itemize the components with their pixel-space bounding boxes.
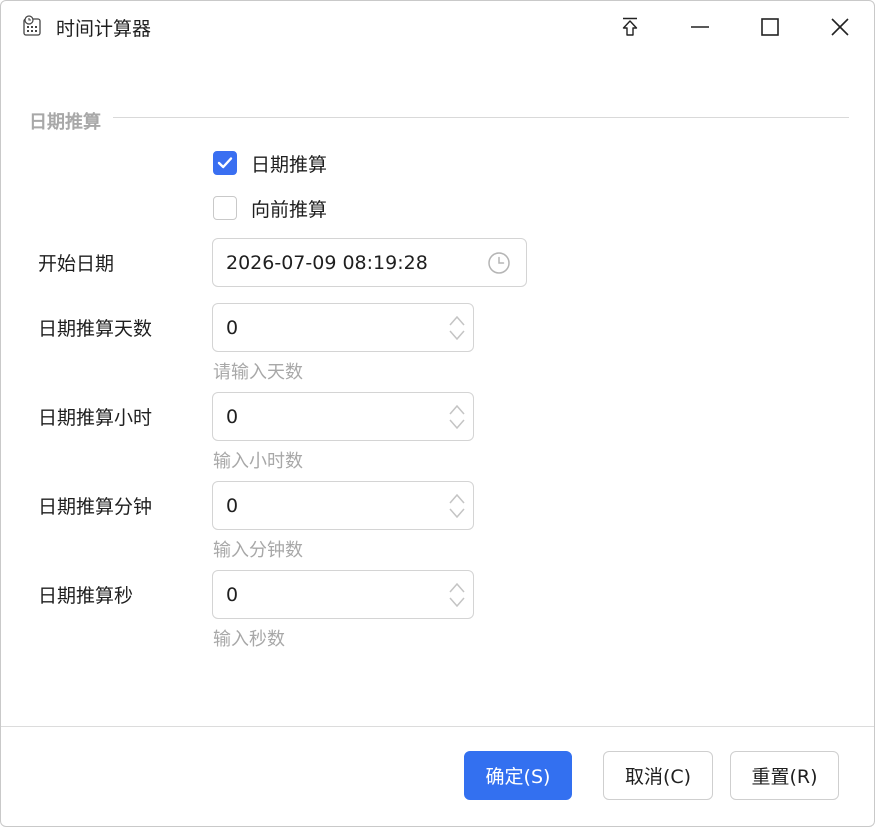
days-spinbox[interactable]: 0 (212, 303, 474, 352)
hours-hint: 输入小时数 (213, 451, 303, 472)
check-icon (217, 157, 233, 169)
seconds-value: 0 (226, 583, 239, 606)
close-icon (831, 18, 849, 36)
checkbox-checked[interactable] (213, 151, 237, 175)
clock-icon[interactable] (487, 251, 511, 275)
minimize-icon (691, 26, 709, 28)
minimize-button[interactable] (677, 7, 723, 47)
start-date-input[interactable]: 2026-07-09 08:19:28 (212, 238, 527, 287)
start-date-label: 开始日期 (38, 253, 115, 275)
group-divider (113, 117, 849, 118)
ok-button[interactable]: 确定(S) (464, 751, 572, 800)
minutes-label: 日期推算分钟 (38, 496, 153, 518)
checkbox-backward-calc[interactable]: 向前推算 (213, 195, 327, 221)
hours-label: 日期推算小时 (38, 407, 153, 429)
cancel-button[interactable]: 取消(C) (603, 751, 713, 800)
hours-value: 0 (226, 405, 239, 428)
days-hint: 请输入天数 (213, 362, 303, 383)
hours-spinbox[interactable]: 0 (212, 392, 474, 441)
checkbox-label: 日期推算 (251, 153, 328, 176)
checkbox-label: 向前推算 (251, 198, 328, 221)
seconds-hint: 输入秒数 (213, 629, 285, 650)
time-calculator-window: 时间计算器 日期推算 日期推算 向前推算 开始日期 2026-07-09 08:… (0, 0, 875, 827)
checkbox-date-calc[interactable]: 日期推算 (213, 150, 327, 176)
maximize-icon (761, 18, 779, 36)
seconds-spinbox[interactable]: 0 (212, 570, 474, 619)
footer-divider (1, 726, 874, 727)
maximize-button[interactable] (747, 7, 793, 47)
days-label: 日期推算天数 (38, 318, 153, 340)
days-value: 0 (226, 316, 239, 339)
calculator-clock-icon (23, 15, 41, 36)
reset-button[interactable]: 重置(R) (730, 751, 839, 800)
close-button[interactable] (817, 7, 863, 47)
title-bar: 时间计算器 (1, 1, 874, 53)
minutes-hint: 输入分钟数 (213, 540, 303, 561)
pin-top-button[interactable] (607, 7, 653, 47)
spin-arrows-icon[interactable] (447, 491, 467, 521)
spin-arrows-icon[interactable] (447, 580, 467, 610)
checkbox-unchecked[interactable] (213, 196, 237, 220)
window-title: 时间计算器 (56, 18, 152, 40)
seconds-label: 日期推算秒 (38, 585, 134, 607)
minutes-spinbox[interactable]: 0 (212, 481, 474, 530)
spin-arrows-icon[interactable] (447, 402, 467, 432)
minutes-value: 0 (226, 494, 239, 517)
group-title: 日期推算 (29, 112, 101, 133)
pin-top-icon (622, 17, 638, 36)
start-date-value: 2026-07-09 08:19:28 (226, 251, 428, 274)
spin-arrows-icon[interactable] (447, 313, 467, 343)
